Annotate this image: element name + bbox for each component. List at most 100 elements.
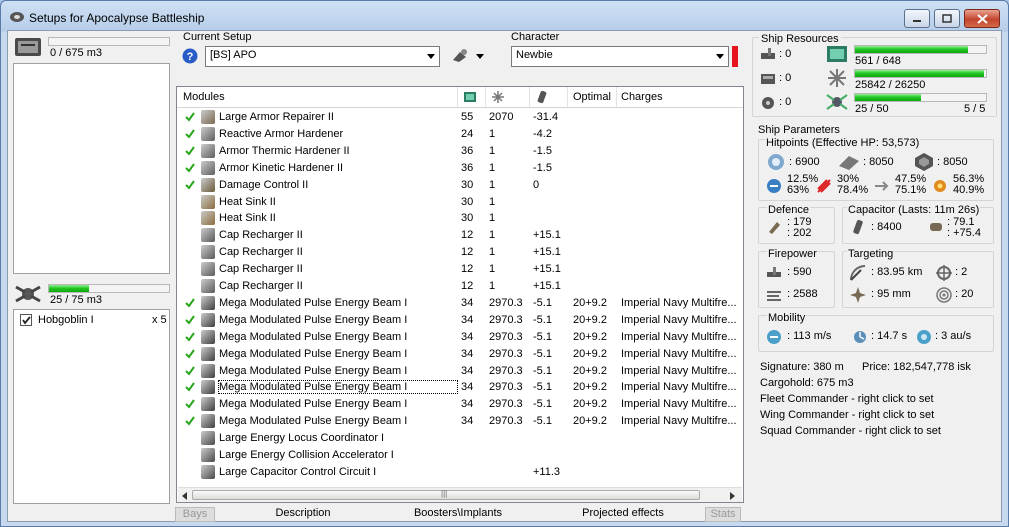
module-row[interactable]: Damage Control II 30 1 0 <box>177 177 743 194</box>
module-row[interactable]: Heat Sink II 30 1 <box>177 210 743 227</box>
scrollbar-thumb[interactable]: ||| <box>192 489 700 500</box>
module-name: Mega Modulated Pulse Energy Beam I <box>219 415 408 428</box>
module-row[interactable]: Cap Recharger II 12 1 +15.1 <box>177 227 743 244</box>
module-row[interactable]: Cap Recharger II 12 1 +15.1 <box>177 278 743 295</box>
module-row[interactable]: Reactive Armor Hardener 24 1 -4.2 <box>177 126 743 143</box>
fleet-commander[interactable]: Fleet Commander - right click to set <box>760 393 934 405</box>
tab-stats-label: Stats <box>710 508 736 520</box>
scroll-right-icon[interactable] <box>730 492 735 500</box>
modules-list[interactable]: Modules Optimal Charges Large Armor Repa… <box>176 86 744 503</box>
active-check-icon[interactable] <box>185 365 195 376</box>
module-row[interactable]: Heat Sink II 30 1 <box>177 194 743 211</box>
title-bar[interactable]: Setups for Apocalypse Battleship <box>1 1 1008 33</box>
thermal-resist-icon <box>817 179 831 193</box>
scroll-left-icon[interactable] <box>182 492 187 500</box>
module-optimal: 20+9.2 <box>573 347 607 360</box>
active-check-icon[interactable] <box>185 112 195 122</box>
drone-checkbox[interactable] <box>20 314 32 326</box>
em-resist-icon <box>767 179 781 193</box>
header-separator <box>485 87 486 107</box>
heat-sink-icon <box>201 194 215 209</box>
cargo-list[interactable] <box>13 63 170 274</box>
squad-commander[interactable]: Squad Commander - right click to set <box>760 425 941 437</box>
active-check-icon[interactable] <box>185 180 195 190</box>
close-button[interactable] <box>964 9 1000 28</box>
module-powergrid: 2970.3 <box>489 347 523 360</box>
active-check-icon[interactable] <box>185 298 195 308</box>
header-optimal[interactable]: Optimal <box>573 91 611 103</box>
tab-bays[interactable]: Bays <box>175 507 215 522</box>
structure-hp: : 8050 <box>937 156 968 168</box>
module-row[interactable]: Mega Modulated Pulse Energy Beam I 34 2970… <box>177 363 743 380</box>
active-check-icon[interactable] <box>185 163 195 173</box>
module-row[interactable]: Mega Modulated Pulse Energy Beam I 34 2970… <box>177 413 743 430</box>
header-separator <box>529 87 530 107</box>
tab-description[interactable]: Description <box>218 507 388 522</box>
calibration-value: : 0 <box>779 96 792 108</box>
module-row[interactable]: Cap Recharger II 12 1 +15.1 <box>177 261 743 278</box>
minimize-button[interactable] <box>904 9 930 28</box>
drone-row[interactable]: Hobgoblin I x 5 <box>14 312 169 329</box>
active-check-icon[interactable] <box>185 315 195 325</box>
module-optimal: 20+9.2 <box>573 364 607 377</box>
module-row[interactable]: Large Energy Locus Coordinator I <box>177 430 743 447</box>
active-drones-text: 5 / 5 <box>964 103 986 115</box>
module-row[interactable]: Armor Kinetic Hardener II 36 1 -1.5 <box>177 160 743 177</box>
armor-icon <box>839 156 859 170</box>
capacitor-icon[interactable] <box>535 90 549 104</box>
active-check-icon[interactable] <box>185 399 195 409</box>
module-row[interactable]: Armor Thermic Hardener II 36 1 -1.5 <box>177 143 743 160</box>
explosive-resist-icon <box>934 180 946 192</box>
active-check-icon[interactable] <box>185 349 195 359</box>
drone-list[interactable]: Hobgoblin I x 5 <box>13 309 170 504</box>
header-charges[interactable]: Charges <box>621 91 663 103</box>
active-check-icon[interactable] <box>185 332 195 342</box>
module-row[interactable]: Mega Modulated Pulse Energy Beam I 34 2970… <box>177 312 743 329</box>
tab-boosters[interactable]: Boosters\Implants <box>383 507 533 522</box>
turret-dps-icon <box>767 267 781 277</box>
setup-options-button[interactable] <box>449 46 485 67</box>
module-row[interactable]: Cap Recharger II 12 1 +15.1 <box>177 244 743 261</box>
help-icon[interactable]: ? <box>182 48 198 64</box>
module-powergrid: 2970.3 <box>489 313 523 326</box>
maximize-button[interactable] <box>934 9 960 28</box>
module-capacitor: +15.1 <box>533 263 561 276</box>
module-name: Damage Control II <box>219 178 309 191</box>
tab-projected[interactable]: Projected effects <box>548 507 698 522</box>
active-check-icon[interactable] <box>185 146 195 156</box>
horizontal-scrollbar[interactable]: ||| <box>178 487 742 502</box>
module-row[interactable]: Mega Modulated Pulse Energy Beam I 34 2970… <box>177 379 743 396</box>
damage-control-icon <box>201 177 215 192</box>
module-name: Reactive Armor Hardener <box>219 127 344 140</box>
character-select[interactable]: Newbie <box>511 46 729 67</box>
module-capacitor: +11.3 <box>533 465 561 478</box>
module-row[interactable]: Mega Modulated Pulse Energy Beam I 34 2970… <box>177 346 743 363</box>
scan-resolution: : 95 mm <box>871 288 911 300</box>
character-label: Character <box>511 31 560 43</box>
module-row[interactable]: Mega Modulated Pulse Energy Beam I 34 2970… <box>177 329 743 346</box>
setup-select[interactable]: [BS] APO <box>205 46 440 67</box>
module-row[interactable]: Mega Modulated Pulse Energy Beam I 34 2970… <box>177 396 743 413</box>
module-powergrid: 2970.3 <box>489 398 523 411</box>
module-row[interactable]: Large Armor Repairer II 55 2070 -31.4 <box>177 109 743 126</box>
tab-description-label: Description <box>275 507 331 519</box>
module-row[interactable]: Mega Modulated Pulse Energy Beam I 34 2970… <box>177 295 743 312</box>
kinetic-resist-values: 47.5% 75.1% <box>895 174 926 196</box>
module-name: Armor Thermic Hardener II <box>219 144 350 157</box>
active-check-icon[interactable] <box>185 416 195 426</box>
module-optimal: 20+9.2 <box>573 398 607 411</box>
tab-stats[interactable]: Stats <box>705 507 741 522</box>
header-modules[interactable]: Modules <box>183 91 225 103</box>
module-row[interactable]: Large Capacitor Control Circuit I +11.3 <box>177 464 743 481</box>
module-powergrid: 2070 <box>489 111 514 123</box>
active-check-icon[interactable] <box>185 129 195 139</box>
firepower-group: Firepower : 590 : 2588 <box>758 248 835 308</box>
ship-resources-group: Ship Resources : 0 : 0 : 0 561 / 648 258… <box>752 33 997 117</box>
active-check-icon[interactable] <box>185 382 195 392</box>
em-resist-values: 12.5% 63% <box>787 174 818 196</box>
wing-commander[interactable]: Wing Commander - right click to set <box>760 409 934 421</box>
module-capacitor: -5.1 <box>533 415 552 428</box>
module-row[interactable]: Large Energy Collision Accelerator I <box>177 447 743 464</box>
powergrid-icon[interactable] <box>491 90 505 104</box>
cpu-icon[interactable] <box>463 90 477 104</box>
